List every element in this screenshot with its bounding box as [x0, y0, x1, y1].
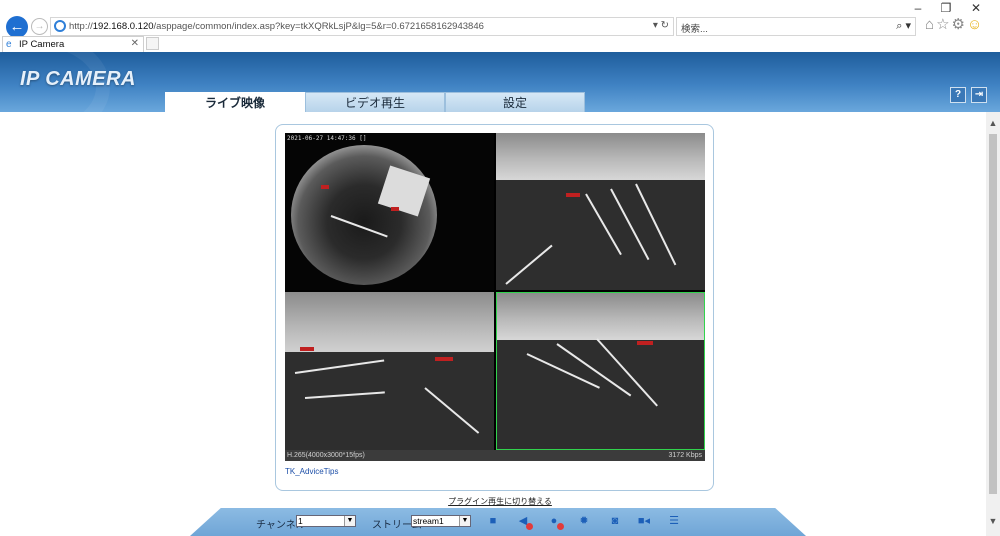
vertical-scrollbar[interactable]: ▲ ▼: [986, 112, 1000, 536]
vehicle-mark: [321, 185, 329, 189]
talk-toggle-button[interactable]: ●: [547, 515, 564, 530]
video-player[interactable]: 2021-06-27 14:47:36 [] H.265(4000x3000*1…: [285, 133, 705, 461]
live-video-panel: 2021-06-27 14:47:36 [] H.265(4000x3000*1…: [275, 124, 714, 491]
browser-chrome: – ❐ ✕ ← → http://192.168.0.120/asppage/c…: [0, 0, 1000, 52]
video-feed-2[interactable]: [496, 133, 705, 290]
maximize-button[interactable]: ❐: [932, 0, 960, 16]
vehicle-mark: [435, 357, 453, 361]
url-text[interactable]: http://192.168.0.120/asppage/common/inde…: [69, 21, 484, 32]
muted-badge: [557, 523, 564, 530]
help-button[interactable]: ?: [950, 87, 966, 103]
floor: [496, 180, 705, 290]
fisheye-wall: [377, 165, 431, 217]
fisheye-image: [291, 145, 437, 285]
floor: [285, 352, 494, 450]
search-box[interactable]: 検索... ⌕ ▾: [676, 17, 916, 36]
chevron-down-icon: ▼: [459, 516, 470, 526]
codec-info: H.265(4000x3000*15fps): [287, 452, 365, 459]
star-icon[interactable]: ☆: [936, 16, 951, 33]
gear-icon[interactable]: ⚙: [952, 16, 967, 33]
video-timestamp: 2021-06-27 14:47:36 []: [287, 135, 367, 142]
floor-line: [330, 215, 388, 238]
logout-button[interactable]: ⇥: [971, 87, 987, 103]
muted-badge: [526, 523, 533, 530]
list-icon: ☰: [669, 515, 679, 527]
vehicle-mark: [566, 193, 580, 197]
search-icon[interactable]: ⌕ ▾: [896, 19, 911, 33]
switch-to-plugin-link[interactable]: プラグイン再生に切り替える: [0, 496, 1000, 507]
app-logo: IP CAMERA: [20, 68, 136, 90]
snapshot-button[interactable]: ◙: [608, 515, 622, 528]
tab-video-playback[interactable]: ビデオ再生: [305, 92, 445, 112]
main-content: 2021-06-27 14:47:36 [] H.265(4000x3000*1…: [0, 112, 986, 536]
help-icon: ?: [954, 89, 962, 100]
camera-snapshot-icon: ◙: [611, 515, 619, 527]
bitrate: 3172 Kbps: [668, 452, 702, 459]
video-status-bar: H.265(4000x3000*15fps) 3172 Kbps: [285, 450, 705, 461]
chevron-down-icon: ▼: [344, 516, 355, 526]
back-button[interactable]: ←: [6, 16, 28, 38]
home-icon[interactable]: ⌂: [925, 16, 936, 33]
app-header: IP CAMERA ライブ映像 ビデオ再生 設定 ? ⇥: [0, 52, 1000, 112]
video-feed-4-selected[interactable]: [496, 292, 705, 450]
ie-page-icon: [54, 20, 66, 32]
search-input[interactable]: 検索...: [681, 21, 708, 35]
ie-tab-icon: e: [6, 39, 12, 50]
address-bar[interactable]: http://192.168.0.120/asppage/common/inde…: [50, 17, 674, 36]
stream-select[interactable]: stream1 ▼: [411, 515, 471, 527]
arrow-right-icon: →: [34, 21, 45, 32]
video-feed-3[interactable]: [285, 292, 494, 450]
scroll-down-icon[interactable]: ▼: [986, 516, 1000, 526]
tab-settings[interactable]: 設定: [445, 92, 585, 112]
ceiling: [285, 292, 494, 359]
settings-icon: ✹: [579, 515, 589, 527]
logout-icon: ⇥: [974, 89, 984, 100]
ceiling: [497, 293, 704, 340]
refresh-icon[interactable]: ▾ ↻: [653, 20, 669, 31]
minimize-button[interactable]: –: [904, 0, 932, 16]
floor: [497, 339, 704, 449]
record-video-icon: ■◂: [637, 515, 651, 527]
list-button[interactable]: ☰: [667, 515, 681, 528]
channel-select[interactable]: 1 ▼: [296, 515, 356, 527]
tab-close-icon[interactable]: ✕: [131, 38, 139, 49]
vehicle-mark: [391, 207, 399, 211]
vehicle-mark: [300, 347, 314, 351]
video-feed-fisheye[interactable]: 2021-06-27 14:47:36 []: [285, 133, 494, 290]
playback-toolbar: チャンネル 1 ▼ ストリーム stream1 ▼ ■ ◀ ● ✹ ◙ ■◂ ☰: [190, 508, 806, 536]
ceiling: [496, 133, 705, 181]
browser-tab[interactable]: e IP Camera ✕: [2, 36, 144, 52]
forward-button[interactable]: →: [31, 18, 48, 35]
vehicle-mark: [637, 341, 653, 345]
browser-toolbar-icons: ⌂☆⚙☺: [925, 15, 984, 33]
stop-button[interactable]: ■: [486, 515, 500, 528]
scrollbar-thumb[interactable]: [989, 134, 997, 494]
tab-live-video[interactable]: ライブ映像: [165, 92, 305, 112]
scroll-up-icon[interactable]: ▲: [986, 118, 1000, 128]
new-tab-button[interactable]: [146, 37, 159, 50]
close-window-button[interactable]: ✕: [962, 0, 990, 16]
arrow-left-icon: ←: [9, 18, 25, 35]
record-button[interactable]: ■◂: [637, 515, 651, 528]
advice-tips-link[interactable]: TK_AdviceTips: [285, 467, 339, 476]
audio-toggle-button[interactable]: ◀: [516, 515, 533, 530]
stop-icon: ■: [489, 515, 497, 527]
settings-button[interactable]: ✹: [577, 515, 591, 528]
smiley-icon[interactable]: ☺: [967, 16, 984, 33]
tab-title: IP Camera: [19, 39, 65, 50]
